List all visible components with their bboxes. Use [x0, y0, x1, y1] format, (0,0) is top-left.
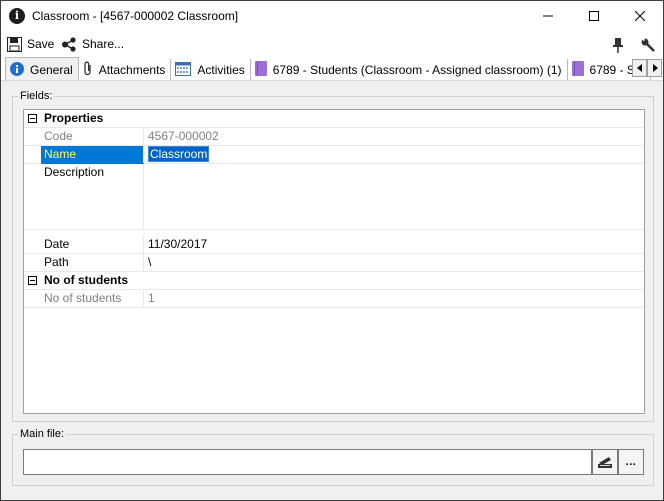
tab-attachments[interactable]: Attachments	[78, 59, 172, 80]
collapse-icon[interactable]	[28, 276, 37, 285]
tab-label: General	[30, 63, 73, 77]
property-key: Name	[41, 146, 144, 164]
property-value: 1	[148, 291, 155, 305]
tab-scroll-left-button[interactable]	[632, 59, 647, 77]
title-bar: i Classroom - [4567-000002 Classroom]	[1, 1, 663, 31]
save-label: Save	[27, 37, 55, 51]
property-row-code[interactable]: Code 4567-000002	[24, 128, 644, 146]
property-key: Date	[44, 237, 70, 251]
classroom-window: i Classroom - [4567-000002 Classroom] Sa…	[0, 0, 664, 501]
close-button[interactable]	[617, 1, 663, 31]
category-label: Properties	[44, 111, 104, 125]
maximize-button[interactable]	[571, 1, 617, 31]
more-options-button[interactable]: ...	[618, 449, 644, 475]
window-title: Classroom - [4567-000002 Classroom]	[32, 9, 239, 23]
column-divider	[143, 236, 144, 253]
property-row-path[interactable]: Path \	[24, 254, 644, 272]
tab-general[interactable]: General	[5, 57, 79, 80]
property-value-editor[interactable]: Classroom	[148, 146, 642, 164]
calendar-icon	[175, 61, 192, 79]
main-file-label: Main file:	[18, 428, 67, 440]
property-grid: Properties Code 4567-000002 Name Classro…	[23, 109, 645, 414]
info-icon	[10, 61, 24, 79]
scan-browse-button[interactable]	[592, 449, 618, 475]
column-divider	[143, 290, 144, 307]
column-divider	[143, 146, 144, 163]
property-row-no-of-students[interactable]: No of students 1	[24, 290, 644, 308]
property-row-date[interactable]: Date 11/30/2017	[24, 236, 644, 254]
info-icon: i	[9, 8, 25, 24]
property-value	[148, 164, 642, 182]
property-value: 11/30/2017	[148, 237, 208, 251]
category-no-of-students[interactable]: No of students	[24, 272, 644, 290]
tab-label: Attachments	[98, 63, 166, 77]
share-label: Share...	[82, 37, 125, 51]
book-icon	[254, 61, 267, 79]
property-value: 4567-000002	[148, 129, 219, 143]
share-icon	[62, 36, 76, 52]
tab-strip: General Attachments Activities 6789 - St…	[5, 57, 651, 80]
property-row-description[interactable]: Description	[24, 164, 644, 230]
close-icon	[635, 11, 645, 21]
maximize-icon	[589, 11, 599, 21]
minimize-button[interactable]	[525, 1, 571, 31]
tab-students-assigned[interactable]: 6789 - Students (Classroom - Assigned cl…	[250, 59, 568, 80]
collapse-icon[interactable]	[28, 114, 37, 123]
chevron-left-icon	[636, 64, 642, 72]
property-value: \	[148, 255, 152, 269]
tab-scroll-right-button[interactable]	[647, 59, 662, 77]
name-input[interactable]: Classroom	[148, 146, 210, 162]
wrench-button[interactable]	[641, 36, 661, 54]
fields-label: Fields:	[18, 90, 55, 102]
tab-label: 6789 - Students (Classroom - Assigned cl…	[272, 63, 562, 77]
scanner-icon	[598, 457, 612, 468]
minimize-icon	[543, 15, 553, 17]
column-divider	[143, 164, 144, 229]
column-divider	[143, 254, 144, 271]
share-button[interactable]: Share...	[61, 35, 124, 53]
property-key: Description	[44, 165, 105, 179]
save-icon	[7, 36, 22, 52]
tab-activities[interactable]: Activities	[171, 59, 251, 80]
pin-icon	[613, 37, 623, 53]
save-button[interactable]: Save	[7, 35, 54, 53]
main-file-input[interactable]	[23, 449, 592, 475]
wrench-icon	[641, 37, 655, 52]
category-properties[interactable]: Properties	[24, 110, 644, 128]
toolbar: Save Share...	[1, 31, 663, 57]
tab-bar: General Attachments Activities 6789 - St…	[1, 57, 663, 81]
pin-button[interactable]	[612, 36, 629, 54]
property-row-name[interactable]: Name Classroom	[24, 146, 644, 164]
property-key: Path	[44, 255, 69, 269]
column-divider	[143, 128, 144, 145]
chevron-right-icon	[652, 64, 658, 72]
book-icon	[571, 61, 584, 79]
property-key: No of students	[44, 291, 122, 305]
category-label: No of students	[44, 273, 128, 287]
tab-label: Activities	[197, 63, 245, 77]
property-key: Code	[44, 129, 73, 143]
paperclip-icon	[83, 61, 93, 79]
